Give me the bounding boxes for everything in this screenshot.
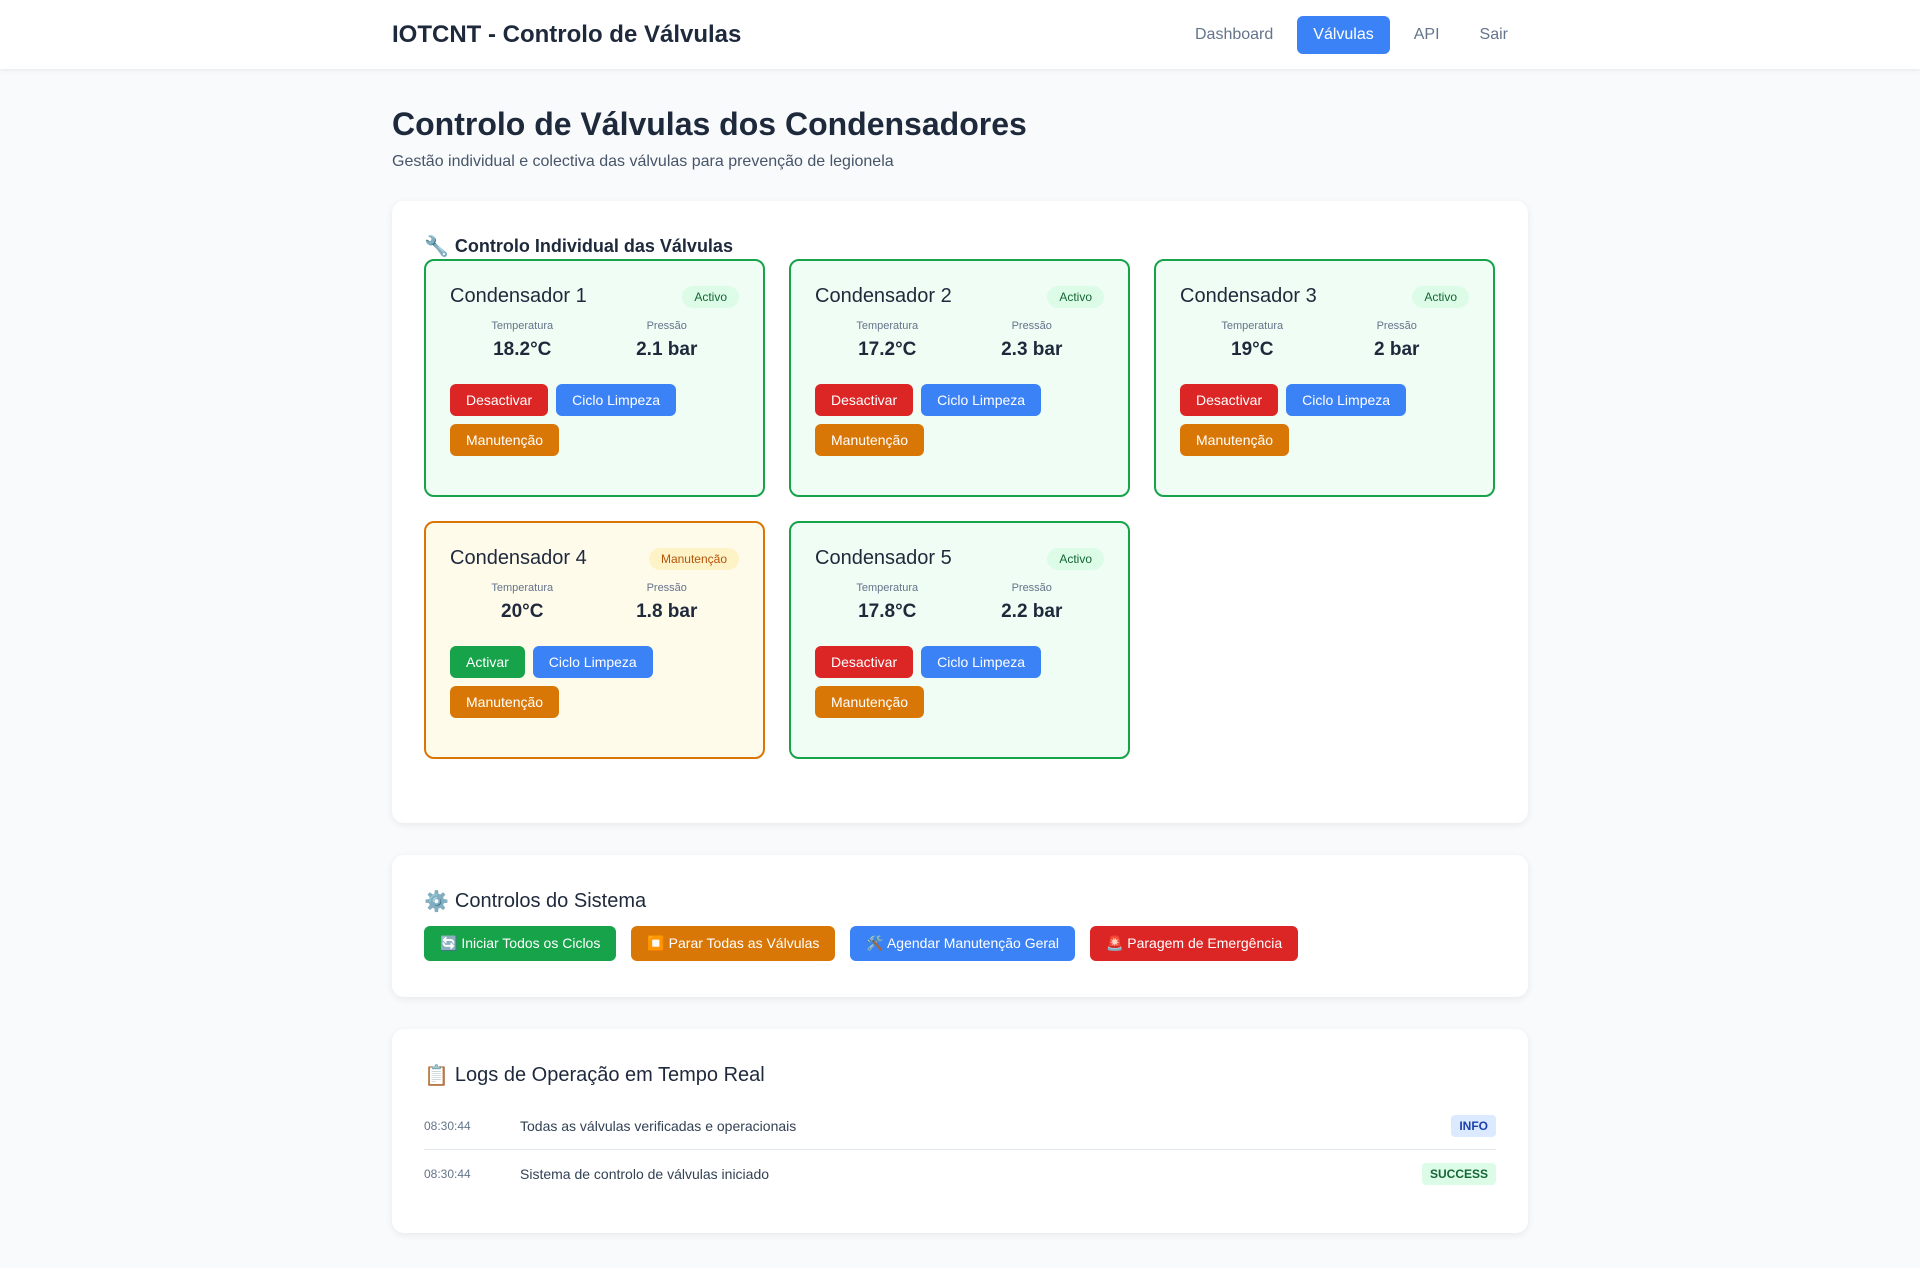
pressure-value: 1.8 bar bbox=[636, 601, 698, 622]
gear-icon: ⚙️ bbox=[424, 891, 449, 913]
deactivate-button[interactable]: Desactivar bbox=[450, 384, 549, 416]
cleaning-cycle-button[interactable]: Ciclo Limpeza bbox=[1286, 384, 1407, 416]
valve-name: Condensador 3 bbox=[1180, 285, 1317, 307]
log-level-badge: INFO bbox=[1451, 1114, 1496, 1137]
temperature-label: Temperatura bbox=[856, 582, 919, 594]
nav-dashboard[interactable]: Dashboard bbox=[1179, 16, 1289, 54]
valves-panel-title: 🔧 Controlo Individual das Válvulas bbox=[424, 234, 1496, 259]
wrench-icon: 🔧 bbox=[424, 236, 449, 258]
pressure-label: Pressão bbox=[1011, 582, 1052, 594]
log-time: 08:30:44 bbox=[424, 1118, 471, 1133]
log-level-badge: SUCCESS bbox=[1421, 1163, 1496, 1185]
deactivate-button[interactable]: Desactivar bbox=[815, 646, 914, 678]
system-controls-title: ⚙️ Controlos do Sistema bbox=[424, 889, 1496, 914]
valve-card-3: Condensador 3 Activo Temperatura 19°C Pre… bbox=[1154, 259, 1495, 497]
pressure-value: 2.1 bar bbox=[636, 339, 698, 360]
valves-panel: 🔧 Controlo Individual das Válvulas Conde… bbox=[392, 201, 1528, 823]
maintenance-button[interactable]: Manutenção bbox=[815, 424, 925, 456]
system-controls-title-text: Controlos do Sistema bbox=[454, 890, 647, 912]
valve-card-5: Condensador 5 Activo Temperatura 17.8°C P… bbox=[789, 521, 1130, 759]
pressure-label: Pressão bbox=[646, 320, 687, 332]
temperature-value: 17.8°C bbox=[858, 601, 917, 622]
status-badge: Activo bbox=[1412, 285, 1469, 308]
page-subtitle: Gestão individual e colectiva das válvul… bbox=[392, 153, 894, 170]
maintenance-button[interactable]: Manutenção bbox=[1180, 424, 1290, 456]
log-message: Todas as válvulas verificadas e operacio… bbox=[520, 1117, 797, 1134]
top-navbar: IOTCNT - Controlo de Válvulas Dashboard … bbox=[0, 0, 1920, 69]
valve-card-4: Condensador 4 Manutenção Temperatura 20°C… bbox=[424, 521, 765, 759]
temperature-label: Temperatura bbox=[491, 320, 554, 332]
log-entry: 08:30:44 Todas as válvulas verificadas e… bbox=[424, 1102, 1496, 1150]
main-content: Controlo de Válvulas dos Condensadores G… bbox=[392, 106, 1528, 1233]
system-actions: 🔄 Iniciar Todos os Ciclos ⏹️ Parar Todas… bbox=[424, 926, 1496, 961]
nav-valvulas[interactable]: Válvulas bbox=[1297, 15, 1390, 54]
valve-card-1: Condensador 1 Activo Temperatura 18.2°C P… bbox=[424, 259, 765, 497]
pressure-value: 2.3 bar bbox=[1001, 339, 1063, 360]
logs-title: 📋 Logs de Operação em Tempo Real bbox=[424, 1063, 1496, 1088]
cleaning-cycle-button[interactable]: Ciclo Limpeza bbox=[921, 384, 1042, 416]
pressure-value: 2 bar bbox=[1374, 339, 1420, 360]
temperature-label: Temperatura bbox=[856, 320, 919, 332]
pressure-label: Pressão bbox=[646, 582, 687, 594]
temperature-value: 18.2°C bbox=[493, 339, 552, 360]
start-all-cycles-button[interactable]: 🔄 Iniciar Todos os Ciclos bbox=[424, 926, 617, 961]
maintenance-button[interactable]: Manutenção bbox=[450, 686, 560, 718]
clipboard-icon: 📋 bbox=[424, 1065, 449, 1087]
system-controls-panel: ⚙️ Controlos do Sistema 🔄 Iniciar Todos … bbox=[392, 855, 1528, 997]
valves-panel-title-text: Controlo Individual das Válvulas bbox=[454, 236, 733, 256]
nav-api[interactable]: API bbox=[1398, 16, 1456, 54]
log-time: 08:30:44 bbox=[424, 1167, 471, 1181]
temperature-value: 17.2°C bbox=[858, 339, 917, 360]
log-list: 08:30:44 Todas as válvulas verificadas e… bbox=[424, 1102, 1496, 1198]
deactivate-button[interactable]: Desactivar bbox=[1180, 384, 1279, 416]
cleaning-cycle-button[interactable]: Ciclo Limpeza bbox=[556, 384, 677, 416]
stop-all-valves-button[interactable]: ⏹️ Parar Todas as Válvulas bbox=[631, 926, 836, 961]
nav-sair[interactable]: Sair bbox=[1464, 16, 1524, 54]
page-title: Controlo de Válvulas dos Condensadores bbox=[392, 106, 1027, 142]
logs-title-text: Logs de Operação em Tempo Real bbox=[454, 1064, 765, 1086]
maintenance-button[interactable]: Manutenção bbox=[815, 686, 925, 718]
main-nav: Dashboard Válvulas API Sair bbox=[1179, 15, 1524, 54]
pressure-label: Pressão bbox=[1011, 320, 1052, 332]
valve-grid: Condensador 1 Activo Temperatura 18.2°C P… bbox=[424, 259, 1496, 759]
logs-panel: 📋 Logs de Operação em Tempo Real 08:30:4… bbox=[392, 1029, 1528, 1233]
activate-button[interactable]: Activar bbox=[450, 646, 525, 678]
temperature-label: Temperatura bbox=[1221, 320, 1284, 332]
cleaning-cycle-button[interactable]: Ciclo Limpeza bbox=[532, 646, 653, 678]
valve-card-2: Condensador 2 Activo Temperatura 17.2°C P… bbox=[789, 259, 1130, 497]
cleaning-cycle-button[interactable]: Ciclo Limpeza bbox=[921, 646, 1042, 678]
valve-name: Condensador 4 bbox=[450, 547, 587, 569]
temperature-value: 20°C bbox=[501, 601, 544, 622]
temperature-label: Temperatura bbox=[491, 582, 554, 594]
deactivate-button[interactable]: Desactivar bbox=[815, 384, 914, 416]
valve-name: Condensador 2 bbox=[815, 285, 952, 307]
valve-name: Condensador 5 bbox=[815, 547, 952, 569]
temperature-value: 19°C bbox=[1231, 339, 1274, 360]
valve-name: Condensador 1 bbox=[450, 285, 587, 307]
log-message: Sistema de controlo de válvulas iniciado bbox=[520, 1166, 770, 1182]
app-brand: IOTCNT - Controlo de Válvulas bbox=[392, 20, 742, 48]
status-badge: Activo bbox=[1047, 547, 1104, 570]
pressure-value: 2.2 bar bbox=[1001, 601, 1063, 622]
pressure-label: Pressão bbox=[1376, 320, 1417, 332]
status-badge: Manutenção bbox=[648, 547, 739, 570]
schedule-maintenance-button[interactable]: 🛠️ Agendar Manutenção Geral bbox=[850, 926, 1075, 961]
log-entry: 08:30:44 Sistema de controlo de válvulas… bbox=[424, 1150, 1496, 1198]
emergency-stop-button[interactable]: 🚨 Paragem de Emergência bbox=[1089, 926, 1299, 961]
status-badge: Activo bbox=[682, 285, 739, 308]
status-badge: Activo bbox=[1047, 285, 1104, 308]
maintenance-button[interactable]: Manutenção bbox=[450, 424, 560, 456]
